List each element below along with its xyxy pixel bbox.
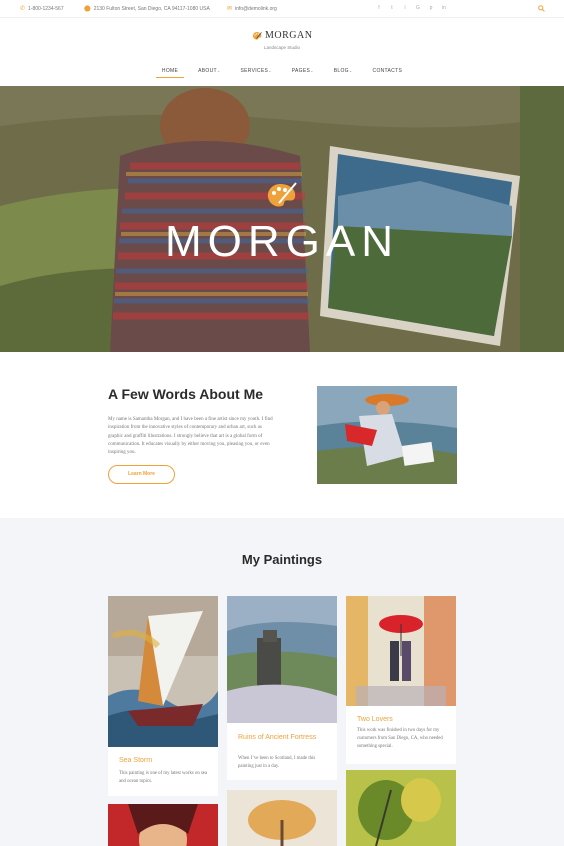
nav-pages[interactable]: PAGES⌄ bbox=[282, 68, 324, 74]
address-item: ⬤ 2130 Fulton Street, San Diego, CA 9411… bbox=[84, 6, 210, 12]
nav-blog[interactable]: BLOG⌄ bbox=[324, 68, 363, 74]
nav-services[interactable]: SERVICES⌄ bbox=[231, 68, 282, 74]
painting-card[interactable]: Two Lovers This work was finished in two… bbox=[346, 596, 456, 764]
search-icon[interactable] bbox=[538, 5, 545, 14]
site-header: MORGAN Landscape Studio HOME ABOUT⌄ SERV… bbox=[0, 18, 564, 86]
painting-card[interactable] bbox=[227, 790, 337, 846]
facebook-icon[interactable]: f bbox=[376, 5, 382, 11]
nav-about[interactable]: ABOUT⌄ bbox=[188, 68, 230, 74]
painting-image bbox=[108, 596, 218, 747]
painting-card[interactable] bbox=[108, 804, 218, 846]
about-heading: A Few Words About Me bbox=[108, 386, 264, 402]
nav-contacts[interactable]: CONTACTS bbox=[363, 68, 413, 74]
palette-icon bbox=[267, 182, 297, 207]
painting-description: This painting is one of my latest works … bbox=[119, 771, 208, 784]
linkedin-icon[interactable]: in bbox=[441, 5, 447, 11]
email-item[interactable]: ✉ info@demolink.org bbox=[227, 6, 277, 12]
painting-image bbox=[227, 596, 337, 723]
email-text: info@demolink.org bbox=[235, 6, 277, 12]
chevron-down-icon: ⌄ bbox=[310, 68, 314, 73]
envelope-icon: ✉ bbox=[227, 6, 233, 12]
painting-card[interactable]: Ruins of Ancient Fortress When I’ve been… bbox=[227, 596, 337, 780]
painting-image bbox=[346, 596, 456, 706]
phone-item[interactable]: ✆ 1-800-1234-567 bbox=[20, 6, 64, 12]
social-links: f t i G p in bbox=[376, 5, 447, 11]
painting-description: This work was finished in two days for m… bbox=[357, 728, 443, 749]
hero-title: MORGAN bbox=[165, 217, 399, 266]
address-text: 2130 Fulton Street, San Diego, CA 94117-… bbox=[93, 6, 210, 12]
tagline: Landscape Studio bbox=[263, 45, 301, 50]
painting-card[interactable] bbox=[346, 770, 456, 846]
chevron-down-icon: ⌄ bbox=[348, 68, 353, 73]
chevron-down-icon: ⌄ bbox=[216, 68, 221, 73]
palette-icon bbox=[252, 31, 262, 40]
instagram-icon[interactable]: i bbox=[402, 5, 408, 11]
location-pin-icon: ⬤ bbox=[84, 6, 91, 12]
painting-title[interactable]: Sea Storm bbox=[119, 756, 152, 765]
logo-text: MORGAN bbox=[265, 30, 313, 41]
phone-text: 1-800-1234-567 bbox=[28, 6, 64, 12]
google-icon[interactable]: G bbox=[415, 5, 421, 11]
top-bar: ✆ 1-800-1234-567 ⬤ 2130 Fulton Street, S… bbox=[0, 0, 564, 18]
painting-image bbox=[108, 804, 218, 846]
painting-title[interactable]: Two Lovers bbox=[357, 715, 393, 724]
chevron-down-icon: ⌄ bbox=[268, 68, 272, 73]
painting-image bbox=[227, 790, 337, 846]
about-photo bbox=[317, 386, 457, 484]
painting-card[interactable]: Sea Storm This painting is one of my lat… bbox=[108, 596, 218, 796]
learn-more-button[interactable]: Learn More bbox=[108, 465, 175, 484]
phone-icon: ✆ bbox=[20, 6, 26, 12]
about-text: My name is Samantha Morgan, and I have b… bbox=[108, 417, 273, 456]
pinterest-icon[interactable]: p bbox=[428, 5, 434, 11]
main-nav: HOME ABOUT⌄ SERVICES⌄ PAGES⌄ BLOG⌄ CONTA… bbox=[0, 68, 564, 78]
hero-banner: MORGAN bbox=[0, 86, 564, 352]
painting-title[interactable]: Ruins of Ancient Fortress bbox=[238, 733, 316, 742]
painting-image bbox=[346, 770, 456, 846]
logo[interactable]: MORGAN bbox=[252, 30, 312, 41]
twitter-icon[interactable]: t bbox=[389, 5, 395, 11]
nav-home[interactable]: HOME bbox=[152, 68, 188, 78]
painting-description: When I’ve been to Scotland, I made this … bbox=[238, 756, 316, 769]
paintings-heading: My Paintings bbox=[241, 552, 323, 567]
